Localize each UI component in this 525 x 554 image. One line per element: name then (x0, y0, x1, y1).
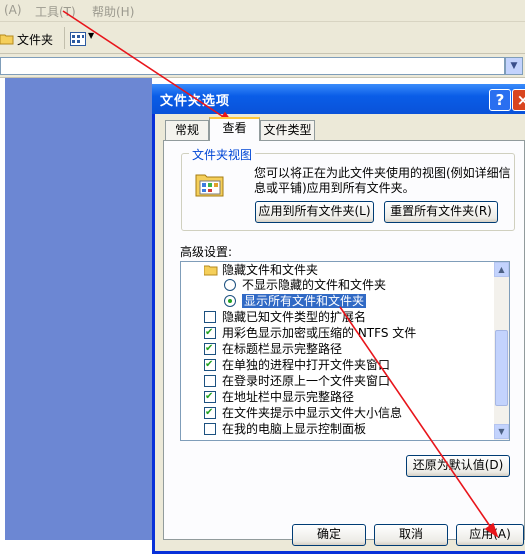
arrow-tools-to-view-tab (62, 10, 229, 121)
arrow-head-icon (484, 522, 499, 538)
tab-view[interactable]: 查看 (209, 117, 260, 141)
annotation-arrows (62, 10, 499, 538)
arrow-list-to-apply (339, 306, 495, 533)
